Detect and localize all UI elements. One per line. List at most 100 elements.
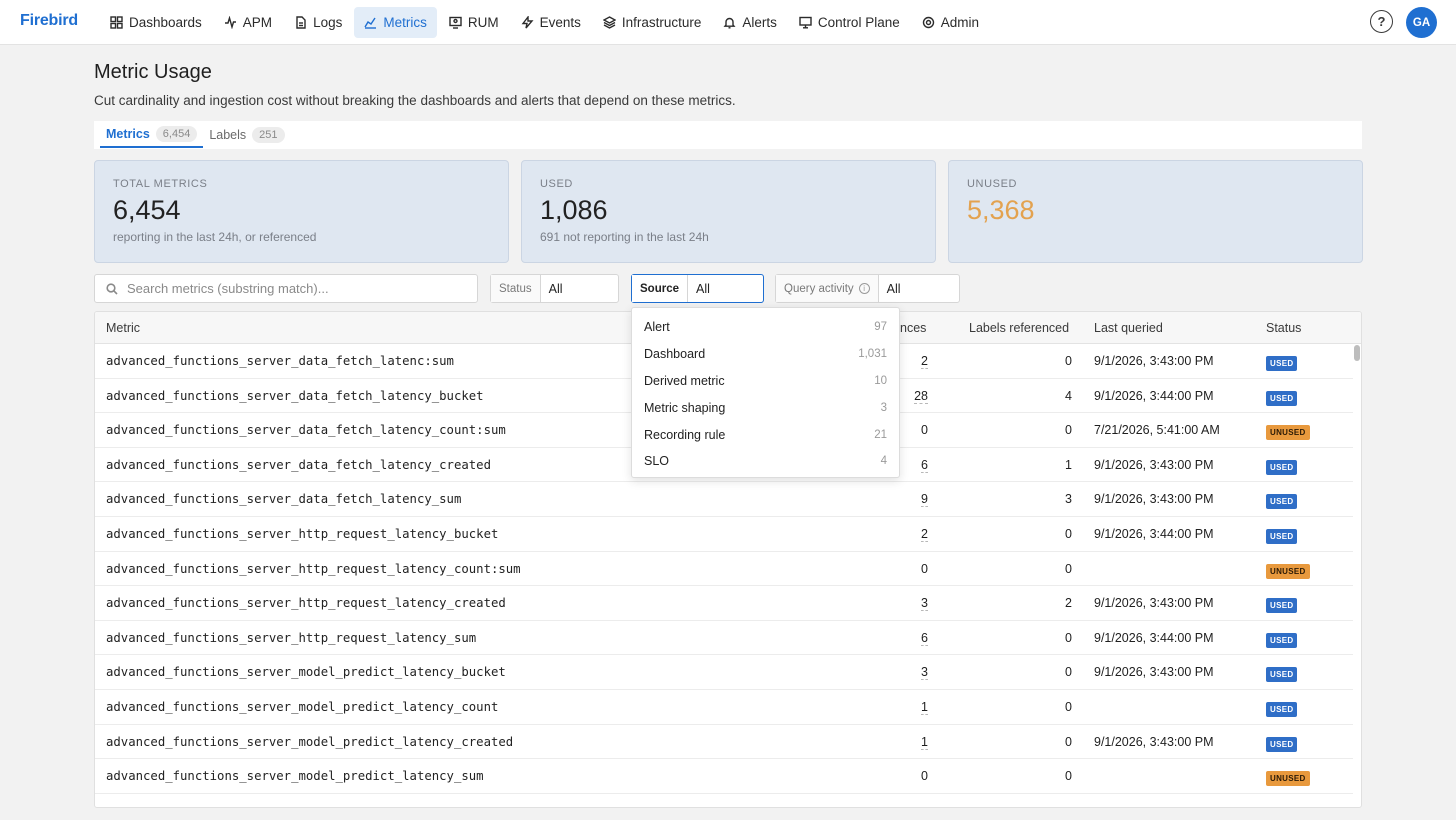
- table-row[interactable]: advanced_functions_server_http_request_l…: [95, 621, 1353, 656]
- nav-item-admin[interactable]: Admin: [912, 7, 989, 38]
- metric-name[interactable]: advanced_functions_server_model_predict_…: [106, 665, 506, 679]
- nav-item-label: Alerts: [742, 15, 777, 30]
- table-row[interactable]: advanced_functions_server_http_request_l…: [95, 517, 1353, 552]
- status-filter[interactable]: Status All: [490, 274, 619, 303]
- source-filter[interactable]: Source All: [631, 274, 764, 303]
- page-title: Metric Usage: [94, 61, 212, 83]
- status-filter-value[interactable]: All: [541, 275, 571, 302]
- col-references[interactable]: nces: [900, 321, 926, 335]
- references-count[interactable]: 6: [888, 630, 928, 646]
- metric-name[interactable]: advanced_functions_server_http_request_l…: [106, 527, 498, 541]
- status-badge: USED: [1266, 666, 1298, 683]
- search-input[interactable]: [127, 281, 457, 296]
- source-option-dashboard[interactable]: Dashboard 1,031: [632, 341, 899, 368]
- status-badge-text: USED: [1266, 494, 1298, 510]
- option-count: 3: [880, 401, 887, 414]
- col-labels-referenced[interactable]: Labels referenced: [969, 321, 1069, 335]
- metric-name[interactable]: advanced_functions_server_model_predict_…: [106, 769, 484, 783]
- avatar[interactable]: GA: [1406, 7, 1437, 38]
- tab-count: 251: [252, 126, 285, 143]
- nav-item-dashboards[interactable]: Dashboards: [100, 7, 212, 38]
- help-icon[interactable]: ?: [1370, 10, 1393, 33]
- source-option-metric-shaping[interactable]: Metric shaping 3: [632, 394, 899, 421]
- file-icon: [296, 16, 306, 29]
- metric-name[interactable]: advanced_functions_server_data_fetch_lat…: [106, 423, 506, 437]
- source-option-recording-rule[interactable]: Recording rule 21: [632, 421, 899, 448]
- metric-name[interactable]: advanced_functions_server_data_fetch_lat…: [106, 492, 461, 506]
- nav-item-rum[interactable]: RUM: [439, 7, 509, 38]
- nav-item-infrastructure[interactable]: Infrastructure: [593, 7, 712, 38]
- nav-item-label: Metrics: [383, 15, 427, 30]
- references-count[interactable]: 1: [888, 699, 928, 715]
- metric-name[interactable]: advanced_functions_server_data_fetch_lat…: [106, 354, 454, 368]
- query-activity-filter-label: Query activity i: [776, 275, 879, 302]
- col-last-queried[interactable]: Last queried: [1094, 321, 1163, 335]
- references-count[interactable]: 3: [888, 596, 928, 612]
- nav-item-label: Admin: [940, 15, 979, 30]
- tab-labels[interactable]: Labels 251: [203, 121, 290, 148]
- info-icon[interactable]: i: [858, 283, 870, 294]
- references-value: 2: [921, 354, 928, 369]
- table-row[interactable]: advanced_functions_server_model_predict_…: [95, 759, 1353, 794]
- table-row[interactable]: advanced_functions_server_http_request_l…: [95, 552, 1353, 587]
- metric-name[interactable]: advanced_functions_server_http_request_l…: [106, 631, 476, 645]
- last-queried: 9/1/2026, 3:43:00 PM: [1094, 734, 1214, 749]
- metric-name[interactable]: advanced_functions_server_model_predict_…: [106, 735, 513, 749]
- metric-name[interactable]: advanced_functions_server_data_fetch_lat…: [106, 389, 484, 403]
- status-badge: UNUSED: [1266, 424, 1310, 441]
- option-label: Derived metric: [644, 373, 725, 388]
- card-label: TOTAL METRICS: [113, 178, 208, 190]
- source-filter-value[interactable]: All: [688, 275, 718, 302]
- col-metric[interactable]: Metric: [106, 321, 140, 335]
- table-row[interactable]: advanced_functions_server_model_predict_…: [95, 725, 1353, 760]
- scrollbar[interactable]: [1354, 345, 1360, 361]
- metric-name[interactable]: advanced_functions_server_http_request_l…: [106, 562, 521, 576]
- references-count[interactable]: 1: [888, 734, 928, 750]
- metric-name[interactable]: advanced_functions_server_http_request_l…: [106, 596, 506, 610]
- tab-metrics[interactable]: Metrics 6,454: [100, 121, 204, 148]
- desktop-icon: [799, 16, 812, 29]
- references-count[interactable]: 2: [888, 526, 928, 542]
- status-badge-text: USED: [1266, 632, 1298, 648]
- query-activity-filter-value[interactable]: All: [879, 275, 909, 302]
- references-count[interactable]: 9: [888, 492, 928, 508]
- col-status[interactable]: Status: [1266, 321, 1301, 335]
- nav-item-logs[interactable]: Logs: [284, 7, 352, 38]
- top-nav: Firebird Dashboards APM Logs Metrics RUM Even…: [0, 0, 1456, 45]
- card-unused: UNUSED 5,368: [948, 160, 1363, 263]
- references-value: 6: [921, 630, 928, 646]
- metric-name[interactable]: advanced_functions_server_model_predict_…: [106, 700, 498, 714]
- nav-item-events[interactable]: Events: [511, 7, 591, 38]
- status-badge-text: USED: [1266, 528, 1298, 544]
- table-row[interactable]: advanced_functions_server_model_predict_…: [95, 690, 1353, 725]
- search-box: [94, 274, 478, 303]
- last-queried: 9/1/2026, 3:44:00 PM: [1094, 388, 1214, 403]
- nav-item-alerts[interactable]: Alerts: [713, 7, 787, 38]
- status-badge: USED: [1266, 493, 1298, 510]
- status-badge: USED: [1266, 632, 1298, 648]
- source-option-slo[interactable]: SLO 4: [632, 448, 899, 475]
- tabs: Metrics 6,454 Labels 251: [94, 121, 1362, 149]
- option-count: 97: [874, 321, 887, 334]
- status-badge: USED: [1266, 355, 1298, 371]
- nav-item-metrics[interactable]: Metrics: [354, 7, 437, 38]
- nav-item-apm[interactable]: APM: [214, 7, 282, 38]
- table-row[interactable]: advanced_functions_server_model_predict_…: [95, 655, 1353, 690]
- query-activity-filter[interactable]: Query activity i All: [775, 274, 960, 303]
- references-count[interactable]: 0: [888, 562, 928, 576]
- table-row[interactable]: advanced_functions_server_http_request_l…: [95, 586, 1353, 621]
- references-value: 6: [921, 457, 928, 473]
- status-badge-text: USED: [1266, 390, 1298, 406]
- references-count[interactable]: 3: [888, 665, 928, 681]
- brand-logo[interactable]: Firebird: [20, 12, 78, 30]
- references-count[interactable]: 0: [888, 769, 928, 783]
- source-option-alert[interactable]: Alert 97: [632, 314, 899, 341]
- source-option-derived-metric[interactable]: Derived metric 10: [632, 368, 899, 395]
- metric-name[interactable]: advanced_functions_server_data_fetch_lat…: [106, 458, 491, 472]
- references-value: 28: [914, 388, 928, 404]
- status-badge: USED: [1266, 528, 1298, 544]
- nav-item-control-plane[interactable]: Control Plane: [789, 7, 910, 38]
- nav-item-label: Dashboards: [129, 15, 202, 30]
- table-row[interactable]: advanced_functions_server_data_fetch_lat…: [95, 482, 1353, 517]
- option-label: Dashboard: [644, 347, 706, 362]
